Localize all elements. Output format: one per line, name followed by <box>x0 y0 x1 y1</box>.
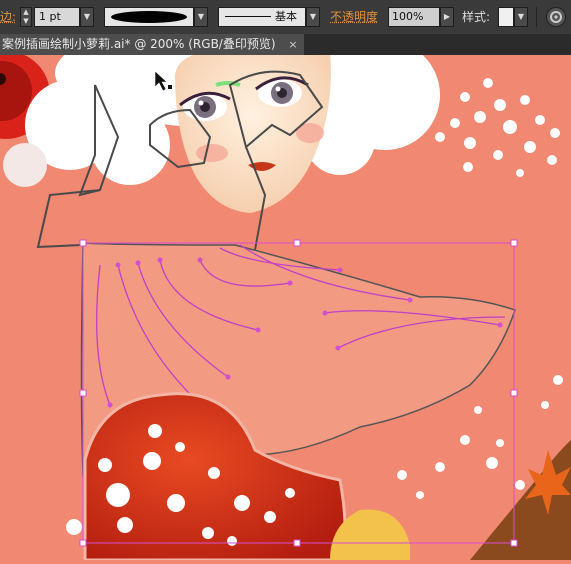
brush-line-icon <box>225 16 271 17</box>
brush-definition[interactable]: 基本 <box>218 7 306 27</box>
width-profile-icon <box>111 11 187 23</box>
cursor-anchor-icon <box>168 85 172 89</box>
style-dropdown-icon[interactable]: ▼ <box>514 7 528 27</box>
brush-label: 基本 <box>275 10 297 23</box>
stroke-weight-field[interactable]: 1 pt <box>34 7 80 27</box>
stroke-label[interactable]: 边: <box>0 7 16 27</box>
opacity-field[interactable]: 100% <box>388 7 440 27</box>
document-tab-title: 案例插画绘制小萝莉.ai* @ 200% (RGB/叠印预览) <box>2 37 276 51</box>
brush-dropdown-icon[interactable]: ▼ <box>306 7 320 27</box>
variable-width-profile[interactable] <box>104 7 194 27</box>
document-tab-bar: 案例插画绘制小萝莉.ai* @ 200% (RGB/叠印预览) × <box>0 34 571 55</box>
profile-dropdown-icon[interactable]: ▼ <box>194 7 208 27</box>
illustration <box>0 18 571 562</box>
document-setup-icon[interactable] <box>546 7 566 27</box>
opacity-label[interactable]: 不透明度 <box>330 7 378 27</box>
style-label: 样式: <box>462 10 491 24</box>
toolbar-divider <box>536 7 537 27</box>
stroke-weight-stepper[interactable]: ▲ ▼ <box>20 7 32 27</box>
opacity-dropdown-icon[interactable]: ▶ <box>440 7 454 27</box>
style-swatch[interactable] <box>498 7 514 27</box>
close-tab-icon[interactable]: × <box>286 34 300 55</box>
document-tab[interactable]: 案例插画绘制小萝莉.ai* @ 200% (RGB/叠印预览) × <box>0 34 304 55</box>
control-bar: 边: ▲ ▼ 1 pt ▼ ▼ 基本 ▼ 不透明度 100% ▶ 样式: ▼ <box>0 0 571 35</box>
stroke-weight-dropdown-icon[interactable]: ▼ <box>80 7 94 27</box>
artboard-canvas[interactable] <box>0 18 571 562</box>
